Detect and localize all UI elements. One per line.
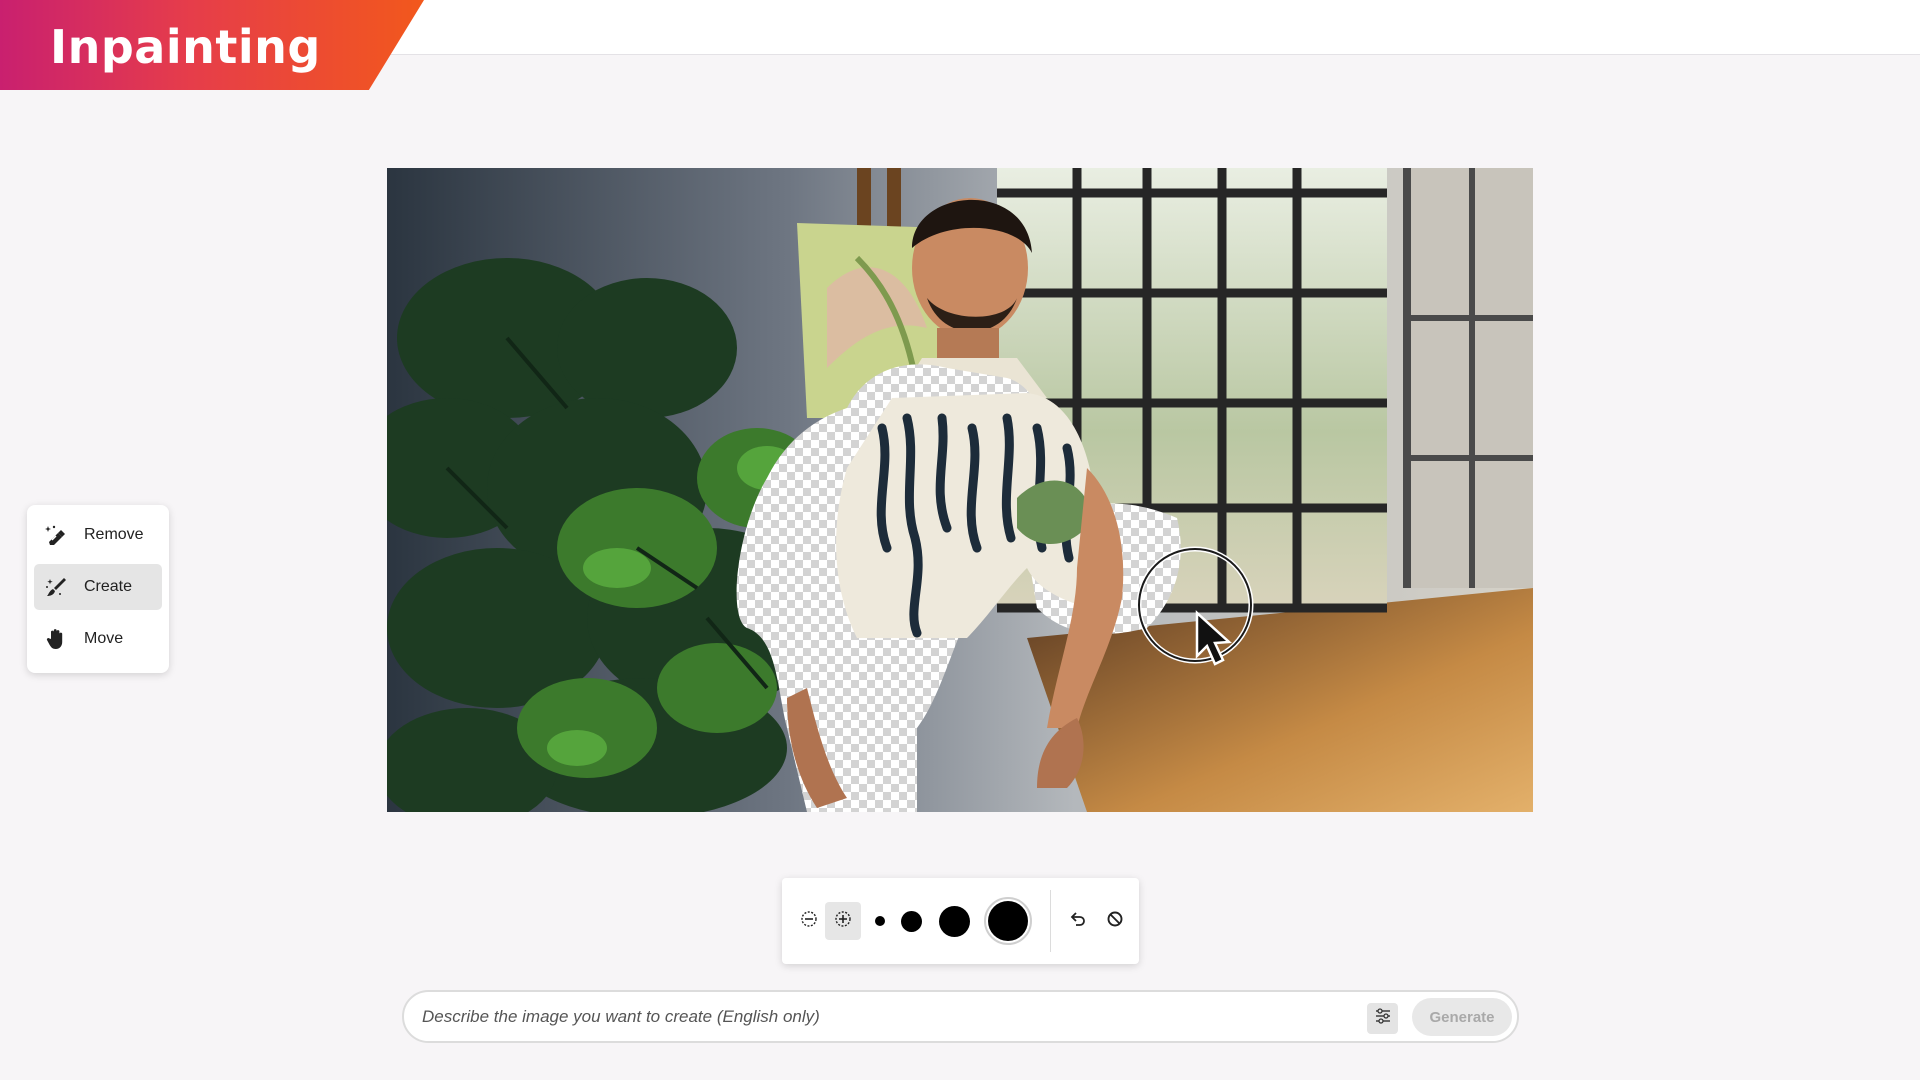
brush-size-3-icon (938, 905, 970, 937)
toolbar-divider (1050, 890, 1051, 952)
app-window: Inpainting Remove Create Move Describe t… (0, 0, 1920, 1080)
page-title: Inpainting (50, 20, 321, 74)
undo-button[interactable] (1062, 905, 1094, 937)
tool-create-label: Create (84, 578, 133, 595)
brush-toolbar (782, 878, 1139, 964)
generate-button[interactable]: Generate (1412, 998, 1512, 1036)
brush-size-4-button[interactable] (984, 897, 1032, 945)
brush-size-1-button[interactable] (868, 909, 892, 933)
add-icon (834, 910, 852, 933)
canvas-image (387, 168, 1533, 812)
brush-sparkle-icon (44, 575, 68, 599)
clear-button[interactable] (1099, 905, 1131, 937)
image-canvas[interactable] (387, 168, 1533, 812)
brush-size-2-icon (900, 910, 922, 932)
subtract-mode-button[interactable] (793, 905, 825, 937)
clear-icon (1106, 910, 1124, 933)
undo-icon (1069, 910, 1087, 933)
sliders-icon (1375, 1008, 1391, 1029)
brush-size-4-icon (988, 901, 1028, 941)
add-mode-button[interactable] (825, 902, 861, 940)
tool-move-label: Move (84, 630, 124, 647)
prompt-settings-button[interactable] (1367, 1003, 1398, 1034)
tool-move[interactable]: Move (34, 616, 162, 662)
brush-size-1-icon (875, 916, 885, 926)
tool-remove-label: Remove (84, 526, 144, 543)
tool-create[interactable]: Create (34, 564, 162, 610)
prompt-input[interactable] (422, 1002, 1322, 1032)
tool-remove[interactable]: Remove (34, 512, 162, 558)
brush-size-2-button[interactable] (895, 905, 927, 937)
hand-icon (44, 627, 68, 651)
subtract-icon (800, 910, 818, 933)
eraser-sparkle-icon (44, 523, 68, 547)
prompt-bar: Generate (402, 990, 1519, 1043)
brush-size-3-button[interactable] (934, 901, 974, 941)
tool-panel: Remove Create Move (27, 505, 169, 673)
